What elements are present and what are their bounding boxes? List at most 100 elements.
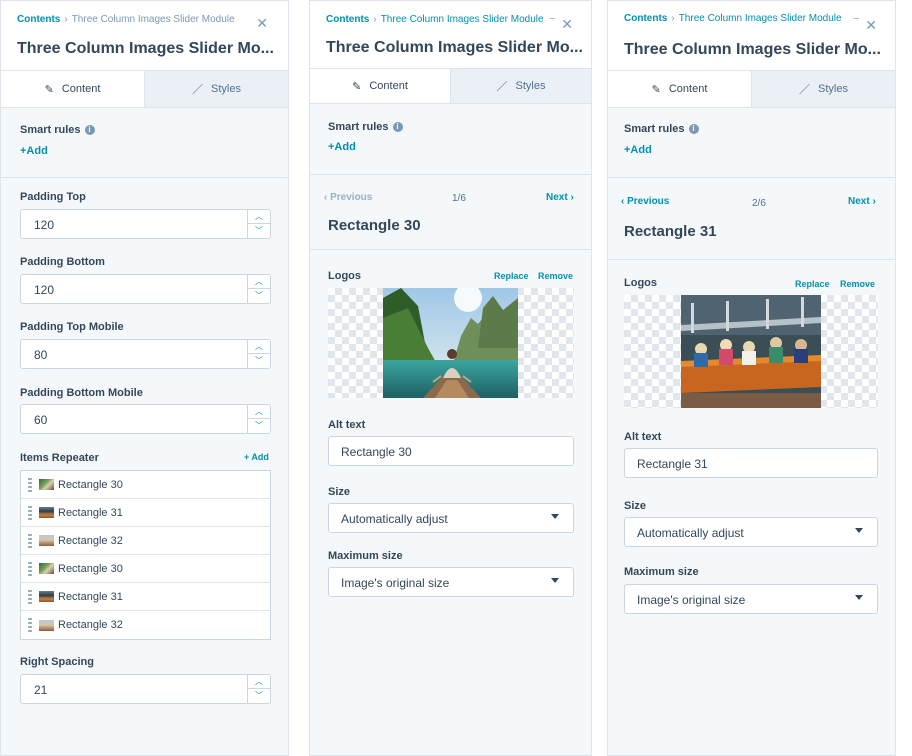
info-icon[interactable]: i — [392, 122, 403, 132]
breadcrumb-module-link[interactable]: Three Column Images Slider Module — [679, 13, 842, 24]
replace-image-button[interactable]: Replace — [795, 279, 830, 289]
drag-handle-icon[interactable] — [28, 505, 32, 520]
tab-content[interactable]: ✎ Content — [1, 71, 144, 107]
image-thumbnail — [39, 619, 54, 631]
tab-content[interactable]: ✎ Content — [310, 69, 450, 103]
image-thumbnail — [39, 507, 54, 518]
decrement-button[interactable]: ﹀ — [248, 354, 270, 368]
close-icon[interactable]: ✕ — [256, 15, 268, 32]
decrement-button[interactable]: ﹀ — [248, 689, 270, 703]
tab-styles[interactable]: ／ Styles — [450, 69, 591, 103]
drag-handle-icon[interactable] — [28, 561, 32, 576]
increment-button[interactable]: ︿ — [248, 210, 270, 224]
minimize-icon[interactable]: – — [549, 13, 555, 24]
image-photo — [681, 295, 821, 408]
image-preview — [624, 295, 878, 408]
stepper: ︿ ﹀ — [247, 210, 270, 238]
increment-button[interactable]: ︿ — [248, 675, 270, 689]
item-counter: 2/6 — [752, 198, 766, 209]
item-navigation: ‹ Previous 1/6 Next › Rectangle 30 — [310, 175, 591, 250]
add-smart-rule-button[interactable]: +Add — [328, 141, 356, 153]
close-icon[interactable]: ✕ — [561, 16, 573, 33]
breadcrumb-contents-link[interactable]: Contents — [624, 13, 667, 24]
list-item[interactable]: Rectangle 31 — [21, 583, 270, 611]
panel-header: Contents › Three Column Images Slider Modu… — [608, 1, 895, 71]
stepper: ︿ ﹀ — [247, 275, 270, 303]
list-item[interactable]: Rectangle 32 — [21, 527, 270, 555]
padding-top-mobile-input[interactable]: 80 ︿ ﹀ — [20, 339, 271, 369]
breadcrumb-contents-link[interactable]: Contents — [17, 14, 60, 25]
module-editor-panel: Contents › Three Column Images Slider Modu… — [0, 0, 289, 756]
panel-header: Contents › Three Column Images Slider Modu… — [1, 1, 288, 71]
breadcrumb-module-link[interactable]: Three Column Images Slider Module — [381, 14, 544, 25]
image-item-editor-panel: Contents › Three Column Images Slider Modu… — [309, 0, 592, 756]
decrement-button[interactable]: ﹀ — [248, 224, 270, 238]
maximum-size-select[interactable]: Image's original size — [328, 567, 574, 597]
decrement-button[interactable]: ﹀ — [248, 289, 270, 303]
right-spacing-input[interactable]: 21 ︿ ﹀ — [20, 674, 271, 704]
pencil-icon: ✎ — [651, 83, 661, 96]
list-item[interactable]: Rectangle 30 — [21, 555, 270, 583]
drag-handle-icon[interactable] — [28, 533, 32, 548]
padding-top-input[interactable]: 120 ︿ ﹀ — [20, 209, 271, 239]
image-thumbnail — [39, 563, 54, 574]
item-counter: 1/6 — [452, 193, 466, 204]
padding-bottom-label: Padding Bottom — [20, 256, 105, 268]
increment-button[interactable]: ︿ — [248, 275, 270, 289]
item-navigation: ‹ Previous 2/6 Next › Rectangle 31 — [608, 178, 895, 260]
padding-bottom-mobile-input[interactable]: 60 ︿ ﹀ — [20, 404, 271, 434]
list-item[interactable]: Rectangle 30 — [21, 471, 270, 499]
breadcrumb: Contents › Three Column Images Slider Modu… — [326, 14, 544, 25]
chevron-down-icon — [551, 514, 559, 519]
remove-image-button[interactable]: Remove — [840, 279, 875, 289]
panel-title: Three Column Images Slider Mo... — [326, 39, 583, 56]
smart-rules-label: Smart rules i — [20, 124, 95, 136]
add-smart-rule-button[interactable]: +Add — [624, 144, 652, 156]
tab-styles[interactable]: ／ Styles — [144, 71, 288, 107]
alt-text-input[interactable]: Rectangle 31 — [624, 448, 878, 478]
drag-handle-icon[interactable] — [28, 477, 32, 492]
maximum-size-label: Maximum size — [624, 566, 699, 578]
close-icon[interactable]: ✕ — [865, 17, 877, 34]
padding-top-mobile-label: Padding Top Mobile — [20, 321, 124, 333]
decrement-button[interactable]: ﹀ — [248, 419, 270, 433]
drag-handle-icon[interactable] — [28, 618, 32, 632]
stepper: ︿ ﹀ — [247, 405, 270, 433]
minimize-icon[interactable]: – — [853, 13, 859, 24]
replace-image-button[interactable]: Replace — [494, 271, 529, 281]
logos-label: Logos — [624, 277, 657, 289]
alt-text-label: Alt text — [328, 419, 366, 431]
chevron-right-icon: › — [567, 192, 574, 203]
tab-content[interactable]: ✎ Content — [608, 71, 751, 107]
previous-button[interactable]: ‹ Previous — [621, 196, 669, 207]
padding-top-label: Padding Top — [20, 191, 86, 203]
pencil-icon: ✎ — [352, 80, 362, 93]
brush-icon: ／ — [799, 84, 811, 96]
list-item[interactable]: Rectangle 31 — [21, 499, 270, 527]
add-smart-rule-button[interactable]: +Add — [20, 145, 48, 157]
smart-rules-label: Smart rules i — [624, 123, 699, 135]
next-button[interactable]: Next › — [848, 196, 876, 207]
image-thumbnail — [39, 591, 54, 602]
previous-button: ‹ Previous — [324, 192, 373, 203]
next-button[interactable]: Next › — [546, 192, 574, 203]
list-item[interactable]: Rectangle 32 — [21, 611, 270, 639]
size-select[interactable]: Automatically adjust — [624, 517, 878, 547]
info-icon[interactable]: i — [84, 125, 95, 135]
drag-handle-icon[interactable] — [28, 589, 32, 604]
increment-button[interactable]: ︿ — [248, 340, 270, 354]
increment-button[interactable]: ︿ — [248, 405, 270, 419]
brush-icon: ／ — [192, 84, 204, 96]
breadcrumb-contents-link[interactable]: Contents — [326, 14, 369, 25]
image-thumbnail — [39, 535, 54, 546]
logos-label: Logos — [328, 270, 361, 282]
add-item-button[interactable]: + Add — [244, 452, 269, 462]
alt-text-input[interactable]: Rectangle 30 — [328, 436, 574, 466]
info-icon[interactable]: i — [688, 124, 699, 134]
padding-bottom-input[interactable]: 120 ︿ ﹀ — [20, 274, 271, 304]
tab-styles[interactable]: ／ Styles — [751, 71, 895, 107]
remove-image-button[interactable]: Remove — [538, 271, 573, 281]
size-select[interactable]: Automatically adjust — [328, 503, 574, 533]
breadcrumb-current: Three Column Images Slider Module — [71, 14, 235, 25]
maximum-size-select[interactable]: Image's original size — [624, 584, 878, 614]
